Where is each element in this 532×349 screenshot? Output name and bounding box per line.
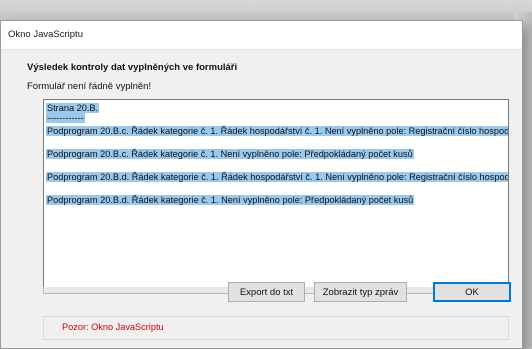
javascript-dialog: Okno JavaScriptu Výsledek kontroly dat v…: [0, 20, 523, 349]
ok-button[interactable]: OK: [433, 282, 511, 302]
javascript-warning: Pozor: Okno JavaScriptu: [62, 322, 164, 332]
report-line: Podprogram 20.B.c. Řádek kategorie č. 1.…: [46, 149, 414, 159]
warning-footer: Pozor: Okno JavaScriptu: [43, 316, 509, 340]
show-message-type-button[interactable]: Zobrazit typ zpráv: [314, 282, 407, 302]
background-window-top: [0, 0, 532, 12]
report-line: Podprogram 20.B.c. Řádek kategorie č. 1.…: [46, 126, 508, 137]
export-txt-button[interactable]: Export do txt: [228, 282, 305, 302]
report-textarea[interactable]: Strana 20.B. ------------ Podprogram 20.…: [43, 99, 509, 289]
result-heading: Výsledek kontroly dat vyplněných ve form…: [27, 62, 238, 73]
result-subheading: Formulář není řádně vyplněn!: [27, 81, 152, 92]
report-line: ------------: [46, 113, 85, 123]
report-line: Podprogram 20.B.d. Řádek kategorie č. 1.…: [46, 195, 415, 205]
dialog-title: Okno JavaScriptu: [8, 29, 83, 40]
dialog-titlebar[interactable]: Okno JavaScriptu: [1, 21, 522, 50]
report-line: Podprogram 20.B.d. Řádek kategorie č. 1.…: [46, 172, 508, 183]
